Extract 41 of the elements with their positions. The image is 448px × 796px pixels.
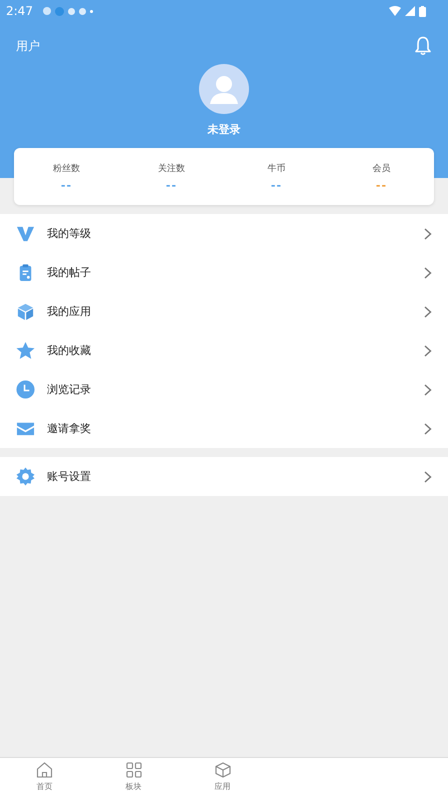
stat-label: 牛币 xyxy=(268,162,286,174)
chevron-right-icon xyxy=(424,306,432,318)
stat-value: -- xyxy=(60,178,72,192)
battery-icon xyxy=(419,6,426,16)
nav-tab[interactable]: 板块 xyxy=(89,758,178,796)
cube-icon xyxy=(16,302,35,321)
menu-item[interactable]: 我的帖子 xyxy=(0,253,448,292)
settings-icon xyxy=(16,467,35,486)
home-icon xyxy=(36,762,53,778)
clock-icon xyxy=(16,380,35,399)
stat-label: 粉丝数 xyxy=(53,162,80,174)
menu-item[interactable]: 我的应用 xyxy=(0,292,448,331)
menu-item[interactable]: 我的收藏 xyxy=(0,331,448,370)
cube-icon xyxy=(214,762,230,778)
v-letter-icon xyxy=(16,224,35,243)
stat-label: 关注数 xyxy=(158,162,185,174)
chevron-right-icon xyxy=(424,422,432,434)
stat-label: 会员 xyxy=(372,162,390,174)
chevron-right-icon xyxy=(424,266,432,278)
chevron-right-icon xyxy=(424,470,432,482)
menu-item[interactable]: 浏览记录 xyxy=(0,370,448,409)
dot-icon xyxy=(90,10,93,12)
stat-value: -- xyxy=(166,178,178,192)
signal-icon xyxy=(405,6,415,16)
chevron-right-icon xyxy=(424,384,432,396)
bell-icon[interactable] xyxy=(414,36,432,56)
menu-item[interactable]: 邀请拿奖 xyxy=(0,409,448,448)
page-title: 用户 xyxy=(16,38,40,54)
star-icon xyxy=(16,341,35,360)
stat-value: -- xyxy=(270,178,282,192)
chevron-right-icon xyxy=(424,344,432,356)
stat-value: -- xyxy=(376,178,388,192)
nav-tab[interactable]: 应用 xyxy=(178,758,267,796)
status-time: 2:47 xyxy=(6,4,33,18)
menu-item[interactable]: 我的等级 xyxy=(0,214,448,253)
wifi-icon xyxy=(389,6,401,16)
grid-icon xyxy=(126,762,142,778)
chevron-right-icon xyxy=(424,228,432,240)
menu-item[interactable]: 账号设置 xyxy=(0,457,448,496)
avatar[interactable] xyxy=(199,64,249,114)
nav-tab[interactable]: 首页 xyxy=(0,758,89,796)
